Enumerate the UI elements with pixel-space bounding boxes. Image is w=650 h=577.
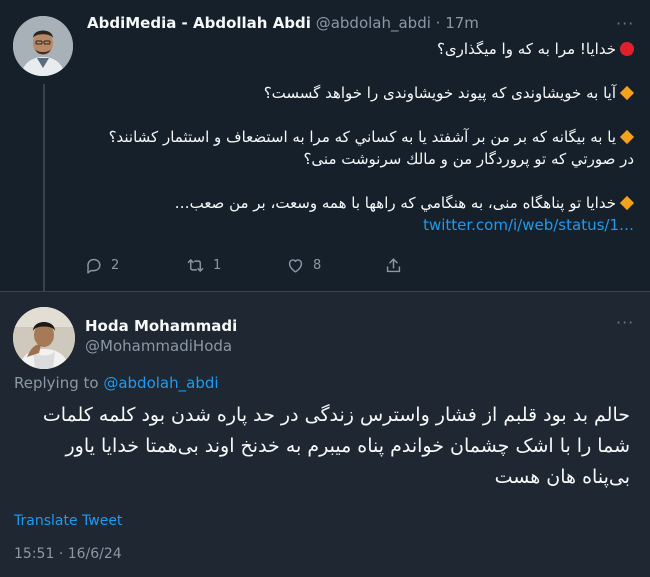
tweet-line: آیا به خویشاوندی که پیوند خویشاوندی را خ…: [90, 82, 635, 104]
tweet-line-blank: [90, 104, 634, 126]
reply-author-handle[interactable]: @MohammadiHoda: [85, 337, 232, 355]
tweet-line: خدایا! مرا به که وا میگذاری؟: [90, 38, 634, 60]
like-icon: [288, 259, 303, 273]
share-icon: [386, 258, 401, 273]
author-name[interactable]: AbdiMedia - Abdollah Abdi: [87, 14, 311, 32]
retweet-icon: [187, 259, 204, 272]
share-button[interactable]: [384, 256, 411, 275]
tweet-line-blank: [90, 170, 634, 192]
reply-timestamp[interactable]: 15:51 · 16/6/24: [14, 546, 122, 562]
thread-line: [43, 84, 45, 306]
author-avatar[interactable]: [13, 16, 73, 76]
tweet-line: خدایا تو پناهگاه منی، به هنگامي که راهها…: [90, 192, 635, 214]
replying-prefix: Replying to: [14, 374, 104, 392]
retweet-button[interactable]: 1: [186, 256, 221, 275]
tweet-line: در صورتي که تو پروردگار من و مالك سرنوشت…: [303, 150, 634, 168]
like-count: 8: [313, 258, 322, 273]
translate-tweet-link[interactable]: Translate Tweet: [14, 513, 122, 529]
reply-text: حالم بد بود قلبم از فشار واسترس زندگی در…: [42, 404, 630, 488]
tweet-link-line: twitter.com/i/web/status/1…: [90, 214, 634, 236]
tweet-header: AbdiMedia - Abdollah Abdi @abdolah_abdi …: [87, 14, 479, 32]
orange-diamond-emoji-icon: [619, 195, 635, 211]
tweet-line: یا به بیگانه که بر من بر آشفتد یا به کسا…: [90, 126, 635, 148]
reply-author-avatar[interactable]: [13, 307, 75, 369]
orange-diamond-emoji-icon: [619, 129, 635, 145]
like-button[interactable]: 8: [286, 256, 321, 275]
replying-mention-link[interactable]: @abdolah_abdi: [103, 374, 218, 392]
header-separator: ·: [430, 14, 446, 32]
reply-icon: [87, 258, 101, 274]
tweet-actions: 2 1 8: [84, 256, 414, 278]
tweet-line-blank: [90, 60, 634, 82]
reply-button[interactable]: 2: [84, 256, 119, 275]
tweet-text: خدایا! مرا به که وا میگذاری؟ آیا به خویش…: [90, 38, 635, 236]
more-icon[interactable]: ···: [616, 313, 634, 332]
reply-count: 2: [111, 258, 120, 273]
retweet-count: 1: [213, 258, 222, 273]
tweet-time[interactable]: 17m: [445, 14, 479, 32]
more-icon[interactable]: ···: [616, 14, 634, 33]
red-circle-emoji-icon: [620, 42, 634, 56]
replying-to: Replying to @abdolah_abdi: [14, 374, 219, 392]
orange-diamond-emoji-icon: [619, 85, 635, 101]
reply-author-name[interactable]: Hoda Mohammadi: [85, 317, 237, 335]
tweet-link[interactable]: twitter.com/i/web/status/1…: [423, 214, 634, 236]
author-handle[interactable]: @abdolah_abdi: [316, 14, 431, 32]
